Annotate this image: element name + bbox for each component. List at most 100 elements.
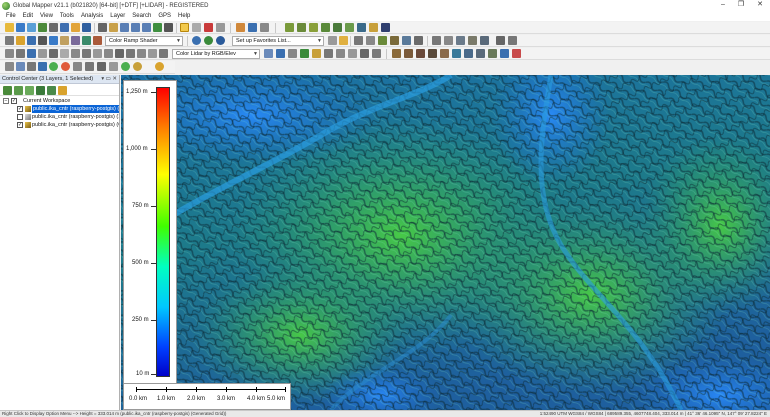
lidar-delete-icon[interactable] — [60, 49, 69, 58]
cut-fill-icon[interactable] — [428, 49, 437, 58]
lidar-path-icon[interactable] — [49, 49, 58, 58]
watershed-icon[interactable] — [321, 23, 330, 32]
elevation-query-icon[interactable] — [500, 49, 509, 58]
view-shed-icon[interactable] — [297, 23, 306, 32]
lidar-profile-icon[interactable] — [104, 49, 113, 58]
lidar-road-icon[interactable] — [348, 49, 357, 58]
mountain-peak-icon[interactable] — [416, 49, 425, 58]
lidar-more-icon[interactable] — [115, 49, 124, 58]
split-icon[interactable] — [496, 36, 505, 45]
lidar-3d-icon[interactable] — [27, 49, 36, 58]
menu-layer[interactable]: Layer — [110, 13, 125, 19]
draw-circle-icon[interactable] — [444, 36, 453, 45]
3d-view-icon[interactable] — [216, 36, 225, 45]
online-data-icon[interactable] — [204, 36, 213, 45]
grade-icon[interactable] — [488, 49, 497, 58]
lidar-draw-icon[interactable] — [93, 49, 102, 58]
layer-row[interactable]: public.ika_cntr (raspberry-postgis) (10,… — [0, 113, 119, 121]
crossed-tools-icon[interactable] — [381, 23, 390, 32]
shader-options-icon[interactable] — [93, 36, 102, 45]
pin-marker-icon[interactable] — [512, 49, 521, 58]
globe-icon[interactable] — [16, 23, 25, 32]
pin-icon[interactable] — [16, 36, 25, 45]
refresh-icon[interactable] — [14, 86, 23, 95]
hillshade-icon[interactable] — [60, 36, 69, 45]
menu-help[interactable]: Help — [178, 13, 190, 19]
draw-arrow-icon[interactable] — [480, 36, 489, 45]
save-icon[interactable] — [38, 23, 47, 32]
grid-lines-icon[interactable] — [38, 36, 47, 45]
animation-icon[interactable] — [16, 62, 25, 71]
loop-icon[interactable] — [109, 62, 118, 71]
mountain-icon[interactable] — [404, 49, 413, 58]
gps-track-icon[interactable] — [133, 62, 142, 71]
lidar-water-icon[interactable] — [336, 49, 345, 58]
zoom-in-icon[interactable] — [120, 23, 129, 32]
fast-forward-icon[interactable] — [85, 62, 94, 71]
transparency-icon[interactable] — [71, 36, 80, 45]
shader-select[interactable]: Color Ramp Shader ▼ — [105, 36, 183, 46]
copy-icon[interactable] — [216, 23, 225, 32]
pan-hand-icon[interactable] — [109, 23, 118, 32]
menu-analysis[interactable]: Analysis — [81, 13, 103, 19]
layer-checkbox[interactable] — [17, 114, 23, 120]
lidar-edit-icon[interactable] — [71, 49, 80, 58]
config-icon[interactable] — [5, 36, 14, 45]
lidar-veg-icon[interactable] — [300, 49, 309, 58]
web-globe-icon[interactable] — [192, 36, 201, 45]
path-profile-icon[interactable] — [464, 49, 473, 58]
record-icon[interactable] — [38, 62, 47, 71]
rewind-icon[interactable] — [73, 62, 82, 71]
layer-checkbox[interactable]: ✓ — [17, 106, 23, 112]
workspace-row[interactable]: − ✓ Current Workspace — [0, 97, 119, 105]
measure-icon[interactable] — [236, 23, 245, 32]
favorites-run-icon[interactable] — [328, 36, 337, 45]
maximize-button[interactable]: ❐ — [732, 0, 750, 11]
menu-tools[interactable]: Tools — [60, 13, 74, 19]
zoom-box-icon[interactable] — [142, 23, 151, 32]
workspace-checkbox[interactable]: ✓ — [11, 98, 17, 104]
lidar-class-icon[interactable] — [82, 49, 91, 58]
merge-icon[interactable] — [508, 36, 517, 45]
draw-pen-icon[interactable] — [432, 36, 441, 45]
draw-text-icon[interactable] — [468, 36, 477, 45]
layer-row[interactable]: ✓ public.ika_cntr (raspberry-postgis) (G… — [0, 121, 119, 129]
digitize-line-icon[interactable] — [354, 36, 363, 45]
terrain-path-icon[interactable] — [285, 23, 294, 32]
close-button[interactable]: ✕ — [751, 0, 769, 11]
gps-mark-icon[interactable] — [155, 62, 164, 71]
layer-options-icon[interactable] — [58, 86, 67, 95]
lidar-wire-icon[interactable] — [360, 49, 369, 58]
lidar-tower-icon[interactable] — [372, 49, 381, 58]
move-feature-icon[interactable] — [402, 36, 411, 45]
rotate-icon[interactable] — [414, 36, 423, 45]
edit-vertices-icon[interactable] — [390, 36, 399, 45]
play-icon[interactable] — [49, 62, 58, 71]
layer-row[interactable]: ✓ public.ika_cntr (raspberry-postgis) (G… — [0, 105, 119, 113]
select-arrow-icon[interactable] — [98, 23, 107, 32]
step-icon[interactable] — [97, 62, 106, 71]
lidar-ground-icon[interactable] — [288, 49, 297, 58]
lidar-bldg-icon[interactable] — [312, 49, 321, 58]
contour-icon[interactable] — [309, 23, 318, 32]
zoom-out-icon[interactable] — [131, 23, 140, 32]
lidar-noise-icon[interactable] — [324, 49, 333, 58]
menu-edit[interactable]: Edit — [23, 13, 33, 19]
digitize-area-icon[interactable] — [366, 36, 375, 45]
info-icon[interactable] — [248, 23, 257, 32]
collapse-toggle[interactable]: − — [3, 98, 9, 104]
combine-terrain-icon[interactable] — [345, 23, 354, 32]
gps-start-icon[interactable] — [121, 62, 130, 71]
draw-rect-icon[interactable] — [456, 36, 465, 45]
lidar-cut-icon[interactable] — [276, 49, 285, 58]
digitizer-pencil-icon[interactable] — [180, 23, 189, 32]
lidar-move-icon[interactable] — [16, 49, 25, 58]
favorites-star-icon[interactable] — [339, 36, 348, 45]
control-center-icon[interactable] — [60, 23, 69, 32]
lidar-select-icon[interactable] — [5, 49, 14, 58]
stop-icon[interactable] — [61, 62, 70, 71]
layer-down-icon[interactable] — [36, 86, 45, 95]
lidar-tools-icon[interactable] — [137, 49, 146, 58]
find-icon[interactable] — [260, 23, 269, 32]
layout-icon[interactable] — [82, 23, 91, 32]
